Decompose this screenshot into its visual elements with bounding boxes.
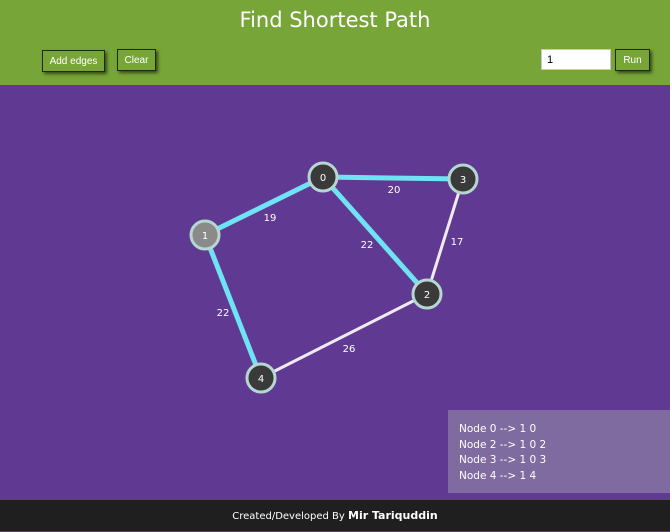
- result-line: Node 4 --> 1 4: [459, 469, 537, 482]
- node-label: 3: [460, 175, 466, 186]
- result-line: Node 2 --> 1 0 2: [459, 438, 547, 451]
- edge-weight-label: 19: [264, 213, 277, 224]
- result-line: Node 0 --> 1 0: [459, 423, 537, 435]
- result-list: Node 0 --> 1 0 Node 2 --> 1 0 2 Node 3 -->…: [459, 422, 670, 484]
- node-label: 2: [424, 290, 430, 301]
- footer: Created/Developed By Mir Tariquddin: [0, 500, 670, 531]
- edge-4-2: [260, 292, 428, 380]
- edge-1-4: [202, 234, 264, 379]
- footer-author: Mir Tariquddin: [348, 509, 438, 522]
- edges-layer: 192022 172226: [202, 174, 465, 380]
- graph-node-4[interactable]: 4: [245, 362, 277, 394]
- edge-weight-label: 20: [388, 185, 401, 196]
- edge-weight-label: 22: [217, 308, 230, 319]
- edge-0-3: [322, 174, 464, 182]
- graph-node-3[interactable]: 3: [447, 163, 479, 195]
- graph-node-2[interactable]: 2: [411, 278, 443, 310]
- result-panel: Node 0 --> 1 0 Node 2 --> 1 0 2 Node 3 -->…: [448, 410, 670, 493]
- edge-weight-label: 22: [361, 240, 374, 251]
- edge-weight-label: 17: [451, 237, 464, 248]
- graph-node-1[interactable]: 1: [189, 219, 221, 251]
- edge-0-2: [321, 175, 429, 296]
- node-label: 4: [258, 374, 264, 385]
- edge-weight-label: 26: [343, 344, 356, 355]
- footer-credit-prefix: Created/Developed By: [232, 511, 348, 522]
- node-label: 1: [202, 231, 208, 242]
- edge-1-0: [203, 174, 325, 238]
- node-label: 0: [320, 173, 326, 184]
- result-line: Node 3 --> 1 0 3: [459, 454, 547, 466]
- nodes-layer: 0 1 2 3 4: [189, 161, 479, 394]
- graph-node-0[interactable]: 0: [307, 161, 339, 193]
